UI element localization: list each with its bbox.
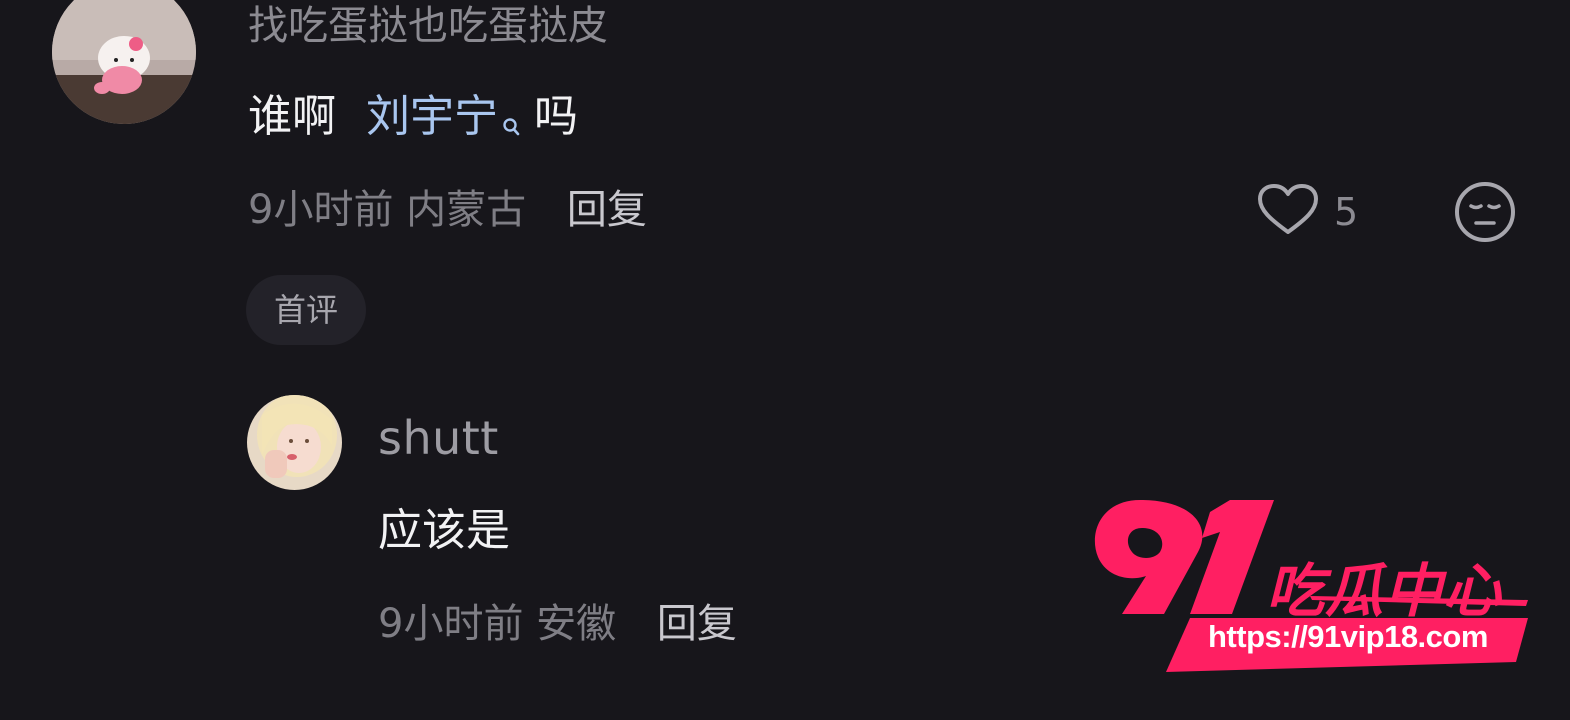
comment-text: 谁啊 刘宇宁吗	[248, 88, 578, 152]
reply-meta: 9小时前 安徽 回复	[378, 598, 737, 650]
commenter-avatar[interactable]	[52, 0, 196, 124]
comment-meta: 9小时前 内蒙古 回复	[248, 184, 647, 236]
watermark: 吃瓜中心 https://91vip18.com 91	[1080, 492, 1530, 677]
comment-text-after: 吗	[534, 91, 578, 142]
like-count: 5	[1334, 190, 1359, 234]
reply-location: 安徽	[536, 601, 617, 647]
reply-button[interactable]: 回复	[567, 187, 647, 233]
watermark-url: https://91vip18.com	[1208, 619, 1488, 654]
dislike-button[interactable]	[1453, 180, 1517, 248]
first-comment-badge: 首评	[246, 275, 367, 345]
reply-time: 9小时前	[378, 601, 524, 647]
heart-outline-icon	[1256, 182, 1320, 242]
mention-link[interactable]: 刘宇宁	[366, 91, 498, 142]
watermark-title: 吃瓜中心	[1266, 557, 1503, 625]
previous-comment-text: 找吃蛋挞也吃蛋挞皮	[248, 3, 608, 49]
comment-location: 内蒙古	[406, 187, 527, 233]
reply-user-avatar[interactable]	[247, 395, 342, 490]
search-icon[interactable]	[502, 94, 520, 152]
unamused-face-icon	[1455, 182, 1515, 242]
comment-time: 9小时前	[248, 187, 394, 233]
reply-reply-button[interactable]: 回复	[657, 601, 737, 647]
reply-username[interactable]: shutt	[378, 410, 499, 466]
reply-text: 应该是	[378, 505, 510, 556]
comment-text-before: 谁啊	[248, 91, 336, 142]
like-button[interactable]: 5	[1256, 182, 1358, 242]
